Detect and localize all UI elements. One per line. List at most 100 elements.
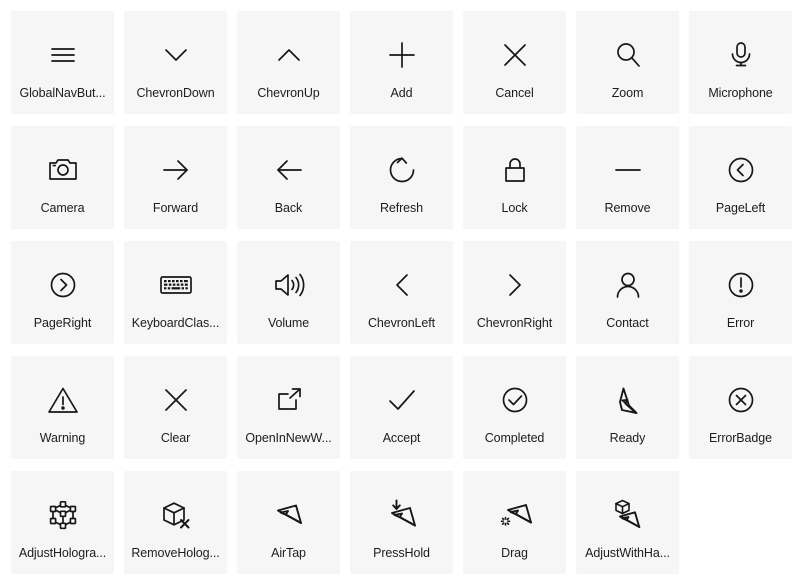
icon-label: Warning	[39, 432, 86, 445]
ready-icon	[608, 380, 648, 420]
back-icon	[269, 150, 309, 190]
camera-icon	[43, 150, 83, 190]
icon-label: Contact	[606, 317, 649, 330]
warning-icon	[43, 380, 83, 420]
icon-tile-back[interactable]: Back	[237, 126, 340, 229]
icon-label: Microphone	[708, 87, 773, 100]
icon-label: Zoom	[611, 87, 644, 100]
error-icon	[721, 265, 761, 305]
icon-label: AirTap	[271, 547, 306, 560]
icon-label: Accept	[382, 432, 421, 445]
icon-tile-forward[interactable]: Forward	[124, 126, 227, 229]
icon-tile-chevronup[interactable]: ChevronUp	[237, 11, 340, 114]
open-in-new-window-icon	[269, 380, 309, 420]
icon-tile-warning[interactable]: Warning	[11, 356, 114, 459]
icon-tile-camera[interactable]: Camera	[11, 126, 114, 229]
icon-label: Add	[390, 87, 413, 100]
chevron-right-icon	[495, 265, 535, 305]
cancel-icon	[495, 35, 535, 75]
icon-label: Completed	[484, 432, 545, 445]
icon-tile-error[interactable]: Error	[689, 241, 792, 344]
icon-label: AdjustWithHa...	[585, 547, 670, 560]
icon-label: PageLeft	[715, 202, 766, 215]
drag-icon	[495, 495, 535, 535]
remove-icon	[608, 150, 648, 190]
icon-tile-adjustwithhand[interactable]: AdjustWithHa...	[576, 471, 679, 574]
icon-label: Back	[274, 202, 303, 215]
icon-tile-errorbadge[interactable]: ErrorBadge	[689, 356, 792, 459]
icon-label: KeyboardClas...	[131, 317, 220, 330]
icon-tile-keyboardclassic[interactable]: KeyboardClas...	[124, 241, 227, 344]
icon-tile-microphone[interactable]: Microphone	[689, 11, 792, 114]
icon-label: Clear	[160, 432, 191, 445]
icon-label: Remove	[604, 202, 651, 215]
icon-tile-pageleft[interactable]: PageLeft	[689, 126, 792, 229]
icon-label: GlobalNavBut...	[19, 87, 106, 100]
icon-label: Refresh	[379, 202, 424, 215]
icon-tile-completed[interactable]: Completed	[463, 356, 566, 459]
icon-tile-zoom[interactable]: Zoom	[576, 11, 679, 114]
icon-label: PressHold	[373, 547, 430, 560]
contact-icon	[608, 265, 648, 305]
icon-tile-chevrondown[interactable]: ChevronDown	[124, 11, 227, 114]
press-hold-icon	[382, 495, 422, 535]
chevron-down-icon	[156, 35, 196, 75]
icon-label: ErrorBadge	[709, 432, 772, 445]
volume-icon	[269, 265, 309, 305]
icon-tile-contact[interactable]: Contact	[576, 241, 679, 344]
icon-tile-adjusthologram[interactable]: AdjustHologra...	[11, 471, 114, 574]
chevron-up-icon	[269, 35, 309, 75]
icon-gallery-grid: GlobalNavBut... ChevronDown ChevronUp Add Ca…	[0, 0, 803, 588]
adjust-with-hand-icon	[608, 495, 648, 535]
microphone-icon	[721, 35, 761, 75]
remove-hologram-icon	[156, 495, 196, 535]
icon-tile-drag[interactable]: Drag	[463, 471, 566, 574]
accept-icon	[382, 380, 422, 420]
icon-tile-removehologram[interactable]: RemoveHolog...	[124, 471, 227, 574]
icon-label: Lock	[501, 202, 528, 215]
icon-label: Forward	[152, 202, 199, 215]
icon-tile-chevronright[interactable]: ChevronRight	[463, 241, 566, 344]
icon-label: Ready	[609, 432, 646, 445]
icon-tile-openinnewwindow[interactable]: OpenInNewW...	[237, 356, 340, 459]
page-right-icon	[43, 265, 83, 305]
refresh-icon	[382, 150, 422, 190]
icon-label: Error	[726, 317, 755, 330]
icon-tile-presshold[interactable]: PressHold	[350, 471, 453, 574]
icon-label: Cancel	[495, 87, 534, 100]
icon-tile-lock[interactable]: Lock	[463, 126, 566, 229]
icon-tile-refresh[interactable]: Refresh	[350, 126, 453, 229]
icon-label: ChevronRight	[476, 317, 553, 330]
adjust-hologram-icon	[43, 495, 83, 535]
icon-tile-add[interactable]: Add	[350, 11, 453, 114]
icon-label: Volume	[267, 317, 310, 330]
icon-label: Drag	[501, 547, 528, 560]
icon-label: OpenInNewW...	[245, 432, 332, 445]
icon-tile-globalnavbutton[interactable]: GlobalNavBut...	[11, 11, 114, 114]
chevron-left-icon	[382, 265, 422, 305]
forward-icon	[156, 150, 196, 190]
icon-tile-chevronleft[interactable]: ChevronLeft	[350, 241, 453, 344]
completed-icon	[495, 380, 535, 420]
icon-label: ChevronLeft	[368, 317, 435, 330]
zoom-icon	[608, 35, 648, 75]
icon-tile-clear[interactable]: Clear	[124, 356, 227, 459]
error-badge-icon	[721, 380, 761, 420]
icon-tile-airtap[interactable]: AirTap	[237, 471, 340, 574]
global-nav-button-icon	[43, 35, 83, 75]
icon-tile-pageright[interactable]: PageRight	[11, 241, 114, 344]
icon-label: ChevronUp	[257, 87, 320, 100]
page-left-icon	[721, 150, 761, 190]
clear-icon	[156, 380, 196, 420]
icon-label: ChevronDown	[136, 87, 215, 100]
icon-label: AdjustHologra...	[18, 547, 107, 560]
icon-tile-ready[interactable]: Ready	[576, 356, 679, 459]
icon-tile-cancel[interactable]: Cancel	[463, 11, 566, 114]
icon-tile-volume[interactable]: Volume	[237, 241, 340, 344]
keyboard-classic-icon	[156, 265, 196, 305]
icon-label: PageRight	[33, 317, 92, 330]
icon-tile-accept[interactable]: Accept	[350, 356, 453, 459]
lock-icon	[495, 150, 535, 190]
icon-label: Camera	[40, 202, 85, 215]
icon-tile-remove[interactable]: Remove	[576, 126, 679, 229]
